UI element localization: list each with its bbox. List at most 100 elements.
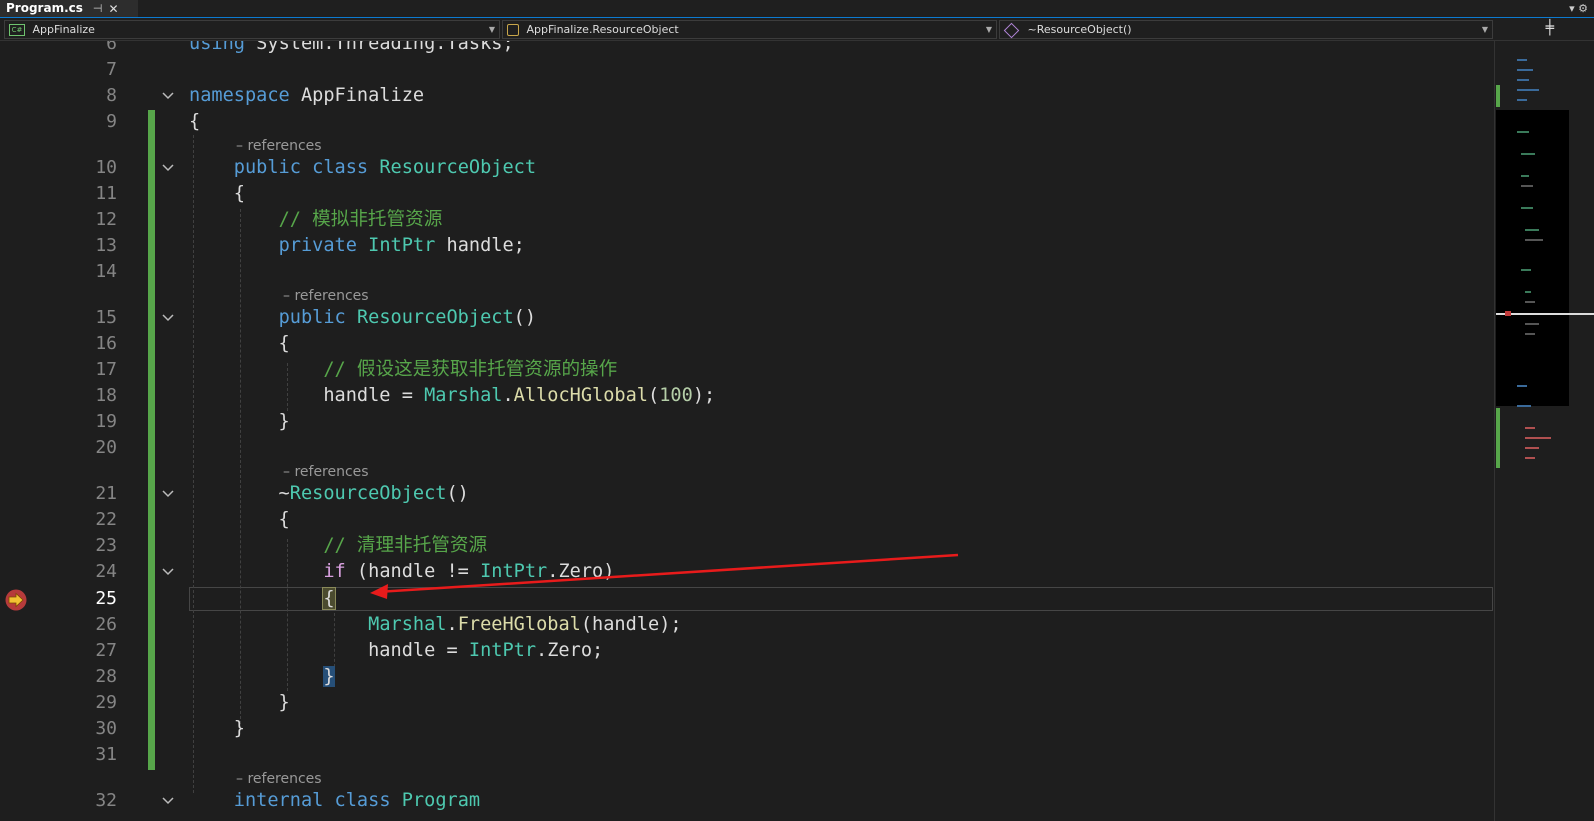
line-number: 24 <box>95 561 117 582</box>
code-line[interactable]: } <box>189 690 290 716</box>
minimap-code-line <box>1517 99 1527 101</box>
minimap-code-line <box>1525 333 1535 335</box>
minimap-code-line <box>1517 131 1529 133</box>
minimap-code-line <box>1517 405 1531 407</box>
code-line[interactable]: public class ResourceObject <box>189 155 536 181</box>
code-line[interactable]: ~ResourceObject() <box>189 481 469 507</box>
code-line[interactable]: private IntPtr handle; <box>189 233 525 259</box>
line-number: 32 <box>95 790 117 811</box>
annotation-arrow <box>370 553 959 599</box>
minimap-code-line <box>1525 437 1551 439</box>
project-dropdown[interactable]: C# AppFinalize ▼ <box>4 20 500 39</box>
codelens-references[interactable]: – references <box>283 287 369 305</box>
code-line[interactable]: Marshal.FreeHGlobal(handle); <box>189 612 681 638</box>
minimap-code-line <box>1525 301 1535 303</box>
line-number: 29 <box>95 692 117 713</box>
chevron-down-icon[interactable]: ▾ <box>1569 2 1575 15</box>
code-line[interactable]: internal class Program <box>189 788 480 814</box>
chevron-down-icon: ▼ <box>985 25 992 34</box>
type-label: AppFinalize.ResourceObject <box>526 23 679 36</box>
line-number: 31 <box>95 744 117 765</box>
minimap-code-line <box>1525 427 1535 429</box>
line-number: 13 <box>95 235 117 256</box>
chevron-down-icon: ▼ <box>1481 25 1488 34</box>
gear-icon[interactable]: ⚙ <box>1578 2 1588 15</box>
type-dropdown[interactable]: AppFinalize.ResourceObject ▼ <box>502 20 997 39</box>
line-number: 19 <box>95 411 117 432</box>
line-number: 27 <box>95 640 117 661</box>
minimap-code-line <box>1517 69 1533 71</box>
minimap[interactable] <box>1494 41 1594 821</box>
code-line-current[interactable]: { <box>189 586 336 612</box>
minimap-code-line <box>1517 385 1527 387</box>
fold-chevron-icon[interactable] <box>161 161 175 175</box>
line-number: 23 <box>95 535 117 556</box>
line-number: 28 <box>95 666 117 687</box>
line-number: 21 <box>95 483 117 504</box>
minimap-change-bar <box>1496 408 1500 468</box>
code-line[interactable]: { <box>189 181 245 207</box>
minimap-code-line <box>1521 207 1533 209</box>
line-number: 30 <box>95 718 117 739</box>
minimap-code-line <box>1525 239 1543 241</box>
csharp-project-icon: C# <box>9 24 25 36</box>
codelens-references[interactable]: – references <box>283 463 369 481</box>
minimap-code-line <box>1525 457 1535 459</box>
line-number: 7 <box>106 59 117 80</box>
fold-chevron-icon[interactable] <box>161 565 175 579</box>
current-statement-arrow-icon[interactable] <box>4 588 28 612</box>
code-line[interactable]: using System.Threading.Tasks; <box>189 41 514 57</box>
line-number: 26 <box>95 614 117 635</box>
minimap-change-bar <box>1496 85 1500 107</box>
fold-chevron-icon[interactable] <box>161 89 175 103</box>
tab-program-cs[interactable]: Program.cs ⊣ ✕ <box>0 0 138 17</box>
member-label: ~ResourceObject() <box>1027 23 1132 36</box>
code-line[interactable]: namespace AppFinalize <box>189 83 424 109</box>
line-number: 12 <box>95 209 117 230</box>
codelens-references[interactable]: – references <box>236 770 322 788</box>
minimap-code-line <box>1517 89 1539 91</box>
code-line[interactable]: handle = Marshal.AllocHGlobal(100); <box>189 383 715 409</box>
minimap-code-line <box>1521 175 1529 177</box>
code-line[interactable]: } <box>189 716 245 742</box>
code-line[interactable]: public ResourceObject() <box>189 305 537 331</box>
code-line[interactable]: // 假设这是获取非托管资源的操作 <box>189 357 617 383</box>
minimap-code-line <box>1521 269 1531 271</box>
split-view-icon[interactable]: ╪ <box>1546 20 1554 36</box>
code-editor[interactable]: 6 7 8 9 10 11 12 13 14 15 16 17 18 19 20… <box>0 41 1500 821</box>
code-line[interactable]: // 模拟非托管资源 <box>189 207 443 233</box>
code-line[interactable]: { <box>189 331 290 357</box>
minimap-code-line <box>1525 291 1531 293</box>
line-number: 6 <box>106 41 117 54</box>
navigation-bar: C# AppFinalize ▼ AppFinalize.ResourceObj… <box>0 18 1594 41</box>
pin-icon[interactable]: ⊣ <box>93 2 103 15</box>
document-tab-bar: Program.cs ⊣ ✕ ▾ ⚙ <box>0 0 1594 18</box>
line-number: 15 <box>95 307 117 328</box>
member-dropdown[interactable]: ~ResourceObject() ▼ <box>999 20 1493 39</box>
class-icon <box>507 24 519 36</box>
tab-overflow[interactable]: ▾ ⚙ <box>1569 0 1588 17</box>
minimap-code-line <box>1517 79 1529 81</box>
line-number: 16 <box>95 333 117 354</box>
line-number: 11 <box>95 183 117 204</box>
code-line[interactable]: { <box>189 507 290 533</box>
line-number: 14 <box>95 261 117 282</box>
minimap-code-line <box>1525 447 1539 449</box>
fold-chevron-icon[interactable] <box>161 794 175 808</box>
code-line[interactable]: } <box>189 409 290 435</box>
code-line[interactable]: } <box>189 664 335 690</box>
method-icon <box>1003 22 1020 38</box>
fold-chevron-icon[interactable] <box>161 311 175 325</box>
close-icon[interactable]: ✕ <box>108 2 118 16</box>
minimap-code-line <box>1521 153 1535 155</box>
tab-title: Program.cs <box>6 1 83 15</box>
line-number: 9 <box>106 111 117 132</box>
fold-chevron-icon[interactable] <box>161 487 175 501</box>
line-number: 10 <box>95 157 117 178</box>
chevron-down-icon: ▼ <box>488 25 495 34</box>
code-line[interactable]: handle = IntPtr.Zero; <box>189 638 603 664</box>
codelens-references[interactable]: – references <box>236 137 322 155</box>
code-line[interactable]: { <box>189 109 200 135</box>
line-number: 17 <box>95 359 117 380</box>
minimap-breakpoint-marker <box>1505 311 1511 316</box>
